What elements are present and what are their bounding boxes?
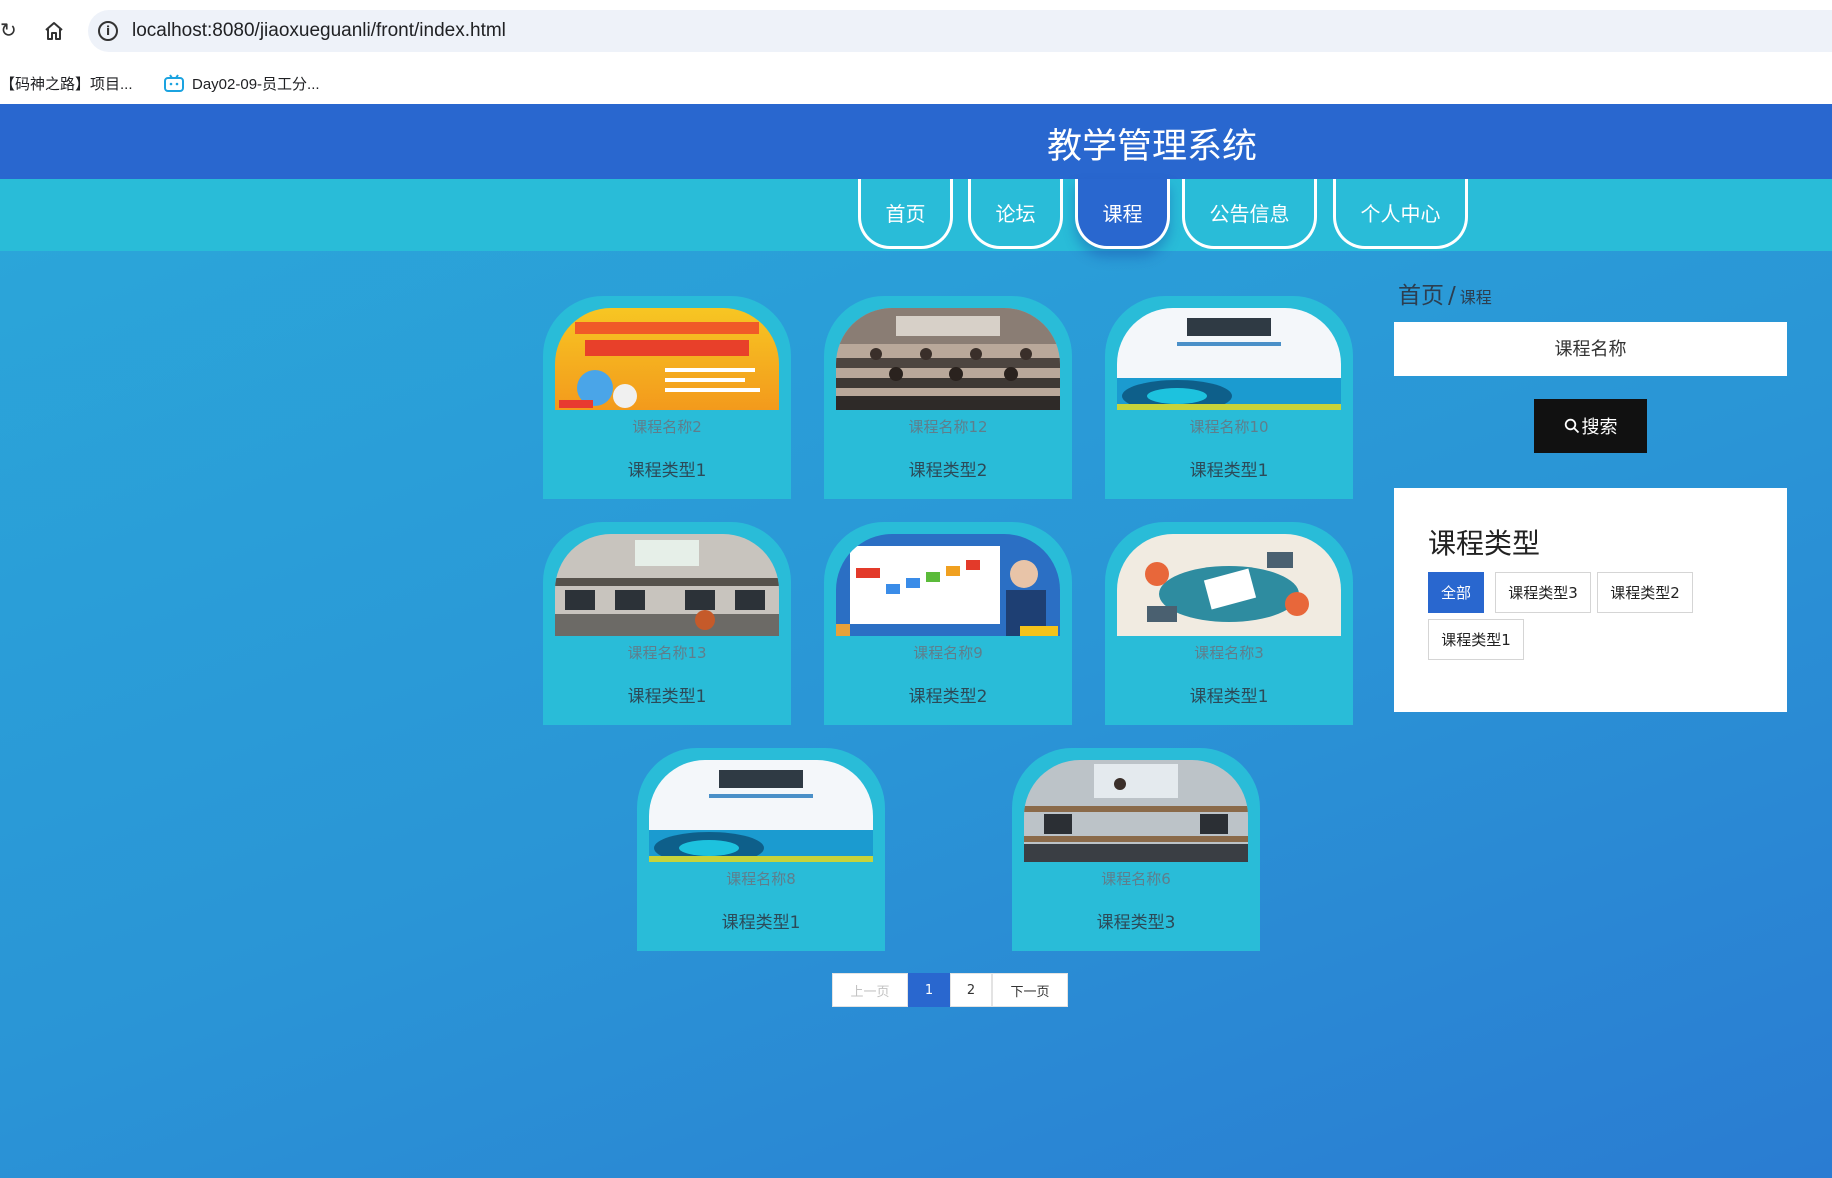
bilibili-tv-icon [164,74,184,92]
course-type-filter-panel: 课程类型 全部 课程类型3 课程类型2 课程类型1 [1394,488,1787,712]
bookmark-item[interactable]: Day02-09-员工分... [164,68,320,98]
course-type: 课程类型2 [908,461,988,481]
course-name-search-input[interactable] [1394,322,1787,376]
course-image [555,308,779,410]
course-name: 课程名称6 [1101,870,1171,888]
browser-toolbar: ↻ i localhost:8080/jiaoxueguanli/front/i… [0,0,1832,62]
next-page-button[interactable]: 下一页 [992,973,1068,1007]
page-content: 教学管理系统 首页 论坛 课程 公告信息 个人中心 课程名称2 课程类型1 课程… [0,104,1832,1178]
site-info-icon[interactable]: i [98,21,118,41]
course-type: 课程类型1 [721,913,801,933]
filter-panel-title: 课程类型 [1428,527,1541,560]
url-text: localhost:8080/jiaoxueguanli/front/index… [132,20,506,41]
course-name: 课程名称13 [627,644,707,662]
type-filter-option[interactable]: 课程类型3 [1495,572,1591,613]
course-image [1117,534,1341,636]
course-type: 课程类型1 [1189,461,1269,481]
course-name: 课程名称2 [632,418,702,436]
nav-item-profile[interactable]: 个人中心 [1333,179,1468,249]
bookmarks-bar: 【码神之路】项目... Day02-09-员工分... [0,62,1832,104]
course-card[interactable]: 课程名称8 课程类型1 [637,748,885,951]
breadcrumb-separator: / [1448,283,1456,309]
bookmark-label: 【码神之路】项目... [0,75,133,93]
course-name: 课程名称12 [908,418,988,436]
course-type: 课程类型3 [1096,913,1176,933]
course-card[interactable]: 课程名称3 课程类型1 [1105,522,1353,725]
prev-page-button[interactable]: 上一页 [832,973,908,1007]
home-icon[interactable] [42,18,66,44]
course-type: 课程类型1 [627,687,707,707]
nav-item-forum[interactable]: 论坛 [968,179,1063,249]
course-image [1117,308,1341,410]
type-filter-option[interactable]: 课程类型1 [1428,619,1524,660]
course-card[interactable]: 课程名称10 课程类型1 [1105,296,1353,499]
course-name: 课程名称10 [1189,418,1269,436]
course-type: 课程类型2 [908,687,988,707]
main-nav: 首页 论坛 课程 公告信息 个人中心 [0,179,1832,251]
course-card[interactable]: 课程名称12 课程类型2 [824,296,1072,499]
course-image [555,534,779,636]
reload-icon[interactable]: ↻ [0,18,22,44]
course-card[interactable]: 课程名称6 课程类型3 [1012,748,1260,951]
course-image [649,760,873,862]
course-type: 课程类型1 [627,461,707,481]
bookmark-item[interactable]: 【码神之路】项目... [0,68,133,98]
breadcrumb-home[interactable]: 首页 [1398,283,1444,309]
type-filter-all[interactable]: 全部 [1428,572,1484,613]
nav-item-course[interactable]: 课程 [1075,179,1170,249]
course-card[interactable]: 课程名称2 课程类型1 [543,296,791,499]
course-name: 课程名称8 [726,870,796,888]
site-header: 教学管理系统 [0,104,1832,179]
nav-item-notice[interactable]: 公告信息 [1182,179,1317,249]
course-image [836,534,1060,636]
bookmark-label: Day02-09-员工分... [192,75,320,93]
pagination: 上一页 1 2 下一页 [832,973,1068,1007]
site-title: 教学管理系统 [1046,127,1257,167]
search-button[interactable]: 搜索 [1534,399,1647,453]
nav-item-home[interactable]: 首页 [858,179,953,249]
course-card[interactable]: 课程名称9 课程类型2 [824,522,1072,725]
course-name: 课程名称3 [1194,644,1264,662]
breadcrumb: 首页 / 课程 [1398,276,1492,310]
breadcrumb-current: 课程 [1459,288,1492,307]
address-bar[interactable]: i localhost:8080/jiaoxueguanli/front/ind… [88,10,1832,52]
page-number-button[interactable]: 1 [908,973,950,1007]
search-icon [1564,418,1579,434]
type-filter-option[interactable]: 课程类型2 [1597,572,1693,613]
course-card[interactable]: 课程名称13 课程类型1 [543,522,791,725]
course-type: 课程类型1 [1189,687,1269,707]
course-name: 课程名称9 [913,644,983,662]
page-number-button[interactable]: 2 [950,973,992,1007]
course-image [836,308,1060,410]
search-button-label: 搜索 [1581,417,1618,438]
course-image [1024,760,1248,862]
